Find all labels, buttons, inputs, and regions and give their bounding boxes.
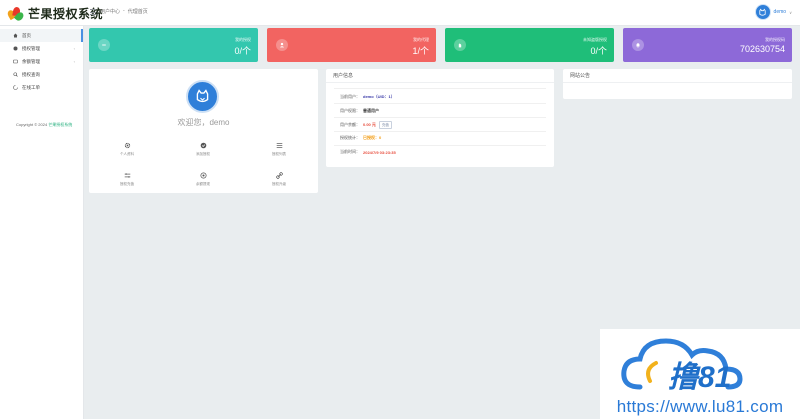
sidebar-item-license-manage[interactable]: 授权管理 ‹ — [0, 42, 83, 55]
top-bar: 芒果授权系统 用户中心 - 代理首页 demo ∨ — [0, 0, 800, 26]
copyright-text: Copyright © 2024 — [16, 122, 48, 127]
cloud-logo-icon: 撸81 — [621, 338, 743, 394]
info-value-time: 2024/7/9 03:23:35 — [363, 149, 396, 155]
chevron-left-icon: ‹ — [73, 59, 75, 64]
stat-card-license-code: 我的授权码 702630754 — [623, 28, 792, 62]
breadcrumb-item[interactable]: 用户中心 — [100, 8, 120, 15]
cat-avatar-icon — [759, 8, 766, 16]
recharge-badge[interactable]: 充值 — [378, 121, 392, 129]
avatar[interactable] — [754, 4, 771, 20]
hand-icon — [454, 39, 466, 51]
account-info-panel: 用户信息 当前用户： demo（UID：1） 用户权限： 普通用户 用户余额： … — [326, 69, 554, 167]
sidebar-item-license-query[interactable]: 授权查询 — [0, 68, 83, 81]
sidebar-item-home[interactable]: 首页 — [0, 29, 83, 42]
user-menu[interactable]: demo ∨ — [754, 4, 792, 20]
sidebar-item-label: 在线工单 — [22, 84, 40, 90]
info-row-balance: 用户余额： 0.00 元 充值 — [340, 121, 392, 129]
welcome-panel: 欢迎您，demo 个人资料 添加授权 授权列表 授权充值 余额提现 授权升级 — [89, 69, 318, 193]
stat-value: 0/个 — [234, 46, 251, 56]
stat-label: 我的授权 — [235, 37, 251, 42]
info-row-user: 当前用户： demo（UID：1） — [340, 94, 395, 100]
search-icon — [13, 72, 18, 77]
action-label: 授权列表 — [272, 152, 286, 156]
recharge-icon — [123, 171, 131, 179]
action-label: 余额提现 — [196, 182, 210, 186]
menu-toggle-icon[interactable] — [90, 9, 96, 15]
notice-panel: 网站公告 — [563, 69, 792, 99]
breadcrumb: 用户中心 - 代理首页 — [100, 8, 148, 15]
list-icon — [275, 141, 283, 149]
info-value-license-stats: 已授权：0 — [363, 135, 382, 140]
shield-icon — [13, 46, 18, 51]
sidebar: 首页 授权管理 ‹ 余额管理 ‹ 授权查询 在线工单 Copyright © 2… — [0, 26, 84, 419]
coin-icon — [199, 171, 207, 179]
info-key: 当前时间： — [340, 149, 360, 154]
link-icon — [275, 171, 283, 179]
avatar[interactable] — [186, 80, 219, 113]
stat-card-my-agents: 我的代理 1/个 — [267, 28, 436, 62]
add-license-button[interactable]: 添加授权 — [165, 136, 241, 162]
stat-value: 0/个 — [590, 46, 607, 56]
info-row-time: 当前时间： 2024/7/9 03:23:35 — [340, 149, 396, 155]
stat-label: 我的授权码 — [765, 37, 785, 42]
stat-label: 未知盗版授权 — [583, 37, 607, 42]
stat-card-pirated: 未知盗版授权 0/个 — [445, 28, 614, 62]
sidebar-item-label: 首页 — [22, 32, 31, 38]
panel-title: 用户信息 — [326, 69, 554, 83]
watermark: 撸81 https://www.lu81.com — [600, 329, 800, 419]
breadcrumb-sep: - — [123, 8, 125, 14]
action-label: 授权充值 — [120, 182, 134, 186]
watermark-brand: 撸81 — [668, 361, 731, 394]
chevron-left-icon: ‹ — [73, 46, 75, 51]
withdraw-button[interactable]: 余额提现 — [165, 166, 241, 192]
app-logo[interactable]: 芒果授权系统 — [6, 4, 103, 23]
user-name[interactable]: demo — [774, 9, 787, 15]
minus-icon — [98, 39, 110, 51]
action-label: 个人资料 — [120, 152, 134, 156]
breadcrumb-item: 代理首页 — [127, 9, 148, 15]
check-shield-icon — [199, 141, 207, 149]
user-icon — [276, 39, 288, 51]
license-list-button[interactable]: 授权列表 — [241, 136, 317, 162]
copyright-link[interactable]: 芒果授权系统 — [48, 122, 72, 127]
info-key: 用户权限： — [340, 108, 360, 113]
home-icon — [13, 33, 18, 38]
ticket-icon — [13, 85, 18, 90]
panel-title: 网站公告 — [563, 69, 792, 83]
sidebar-item-label: 余额管理 — [22, 58, 40, 64]
watermark-url: https://www.lu81.com — [616, 397, 784, 416]
gear-icon — [123, 141, 131, 149]
welcome-greeting: 欢迎您，demo — [177, 118, 230, 127]
stat-value: 1/个 — [412, 46, 429, 56]
upgrade-license-button[interactable]: 授权升级 — [241, 166, 317, 192]
action-label: 添加授权 — [196, 152, 210, 156]
copyright: Copyright © 2024 芒果授权系统 — [16, 122, 74, 128]
info-key: 授权统计： — [340, 135, 360, 140]
chevron-down-icon[interactable]: ∨ — [789, 10, 792, 15]
action-label: 授权升级 — [272, 182, 286, 186]
info-value-user: demo（UID：1） — [363, 94, 395, 99]
info-key: 当前用户： — [340, 94, 360, 99]
profile-button[interactable]: 个人资料 — [89, 136, 165, 162]
info-row-license-stats: 授权统计： 已授权：0 — [340, 135, 381, 141]
sidebar-item-ticket[interactable]: 在线工单 — [0, 81, 83, 94]
stat-value: 702630754 — [739, 44, 785, 54]
wallet-icon — [13, 59, 18, 64]
info-value-permission: 普通用户 — [363, 108, 379, 113]
stat-card-my-license: 我的授权 0/个 — [89, 28, 258, 62]
mango-logo-icon — [6, 5, 26, 23]
info-key: 用户余额： — [340, 122, 360, 127]
info-row-permission: 用户权限： 普通用户 — [340, 108, 379, 114]
recharge-button[interactable]: 授权充值 — [89, 166, 165, 192]
stat-label: 我的代理 — [413, 37, 429, 42]
info-value-balance: 0.00 元 — [363, 122, 376, 127]
sidebar-item-label: 授权管理 — [22, 45, 40, 51]
cat-avatar-icon — [196, 89, 209, 103]
bell-icon — [632, 39, 644, 51]
sidebar-item-balance-manage[interactable]: 余额管理 ‹ — [0, 55, 83, 68]
sidebar-item-label: 授权查询 — [22, 71, 40, 77]
